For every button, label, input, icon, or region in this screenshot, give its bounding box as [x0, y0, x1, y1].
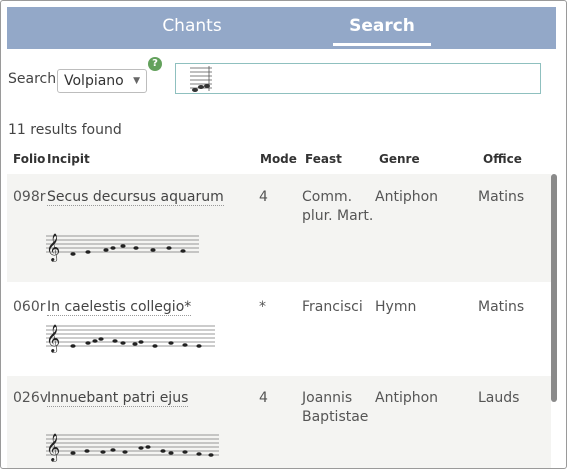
genre-cell: Antiphon: [375, 189, 439, 205]
incipit-link[interactable]: In caelestis collegio*: [47, 299, 192, 316]
genre-cell: Antiphon: [375, 390, 439, 406]
folio-cell: 026v: [13, 390, 49, 406]
volpiano-staff-input[interactable]: [175, 63, 541, 94]
search-label: Search: [8, 71, 57, 87]
column-header-feast: Feast: [305, 152, 342, 166]
active-tab-indicator: [333, 43, 431, 46]
genre-cell: Hymn: [375, 299, 417, 315]
mode-cell: *: [259, 299, 266, 315]
office-cell: Matins: [478, 299, 525, 315]
column-header-mode: Mode: [260, 152, 297, 166]
office-cell: Matins: [478, 189, 525, 205]
column-header-incipit: Incipit: [47, 152, 90, 166]
staff-input-notation: [190, 66, 212, 92]
office-cell: Lauds: [478, 390, 520, 406]
column-header-folio: Folio: [13, 152, 46, 166]
feast-cell-line1: Francisci: [302, 299, 363, 315]
chant-notation: 𝄞: [46, 233, 199, 262]
feast-cell-line1: Joannis: [302, 390, 353, 406]
results-count: 11 results found: [8, 122, 122, 138]
folio-cell: 060r: [13, 299, 46, 315]
feast-cell-line2: plur. Mart.: [302, 208, 374, 224]
feast-cell-line1: Comm.: [302, 189, 353, 205]
folio-cell: 098r: [13, 189, 46, 205]
chant-notation: 𝄞: [46, 324, 215, 353]
scrollbar-thumb[interactable]: [551, 174, 557, 402]
treble-clef-icon: 𝄞: [46, 233, 60, 262]
search-mode-select[interactable]: Volpiano ▼: [57, 69, 147, 93]
column-header-office: Office: [483, 152, 522, 166]
top-nav-bar: Chants Search: [7, 7, 556, 49]
feast-cell-line2: Baptistae: [302, 409, 369, 425]
treble-clef-icon: 𝄞: [46, 433, 60, 462]
search-mode-value: Volpiano: [64, 73, 124, 89]
chevron-down-icon: ▼: [133, 76, 140, 86]
app-frame: Chants Search Search Volpiano ▼ ? 11 res…: [0, 0, 567, 469]
incipit-link[interactable]: Secus decursus aquarum: [47, 189, 224, 206]
table-row: 026v Innuebant patri ejus 4 Joannis Bapt…: [7, 376, 551, 468]
help-icon[interactable]: ?: [148, 57, 162, 71]
mode-cell: 4: [259, 189, 268, 205]
incipit-link[interactable]: Innuebant patri ejus: [47, 390, 189, 407]
chant-notation: 𝄞: [46, 433, 219, 462]
table-row: 098r Secus decursus aquarum 4 Comm. plur…: [7, 174, 551, 282]
mode-cell: 4: [259, 390, 268, 406]
table-row: 060r In caelestis collegio* * Francisci …: [7, 282, 551, 376]
tab-chants[interactable]: Chants: [127, 7, 257, 49]
treble-clef-icon: 𝄞: [46, 324, 60, 353]
column-header-genre: Genre: [379, 152, 420, 166]
